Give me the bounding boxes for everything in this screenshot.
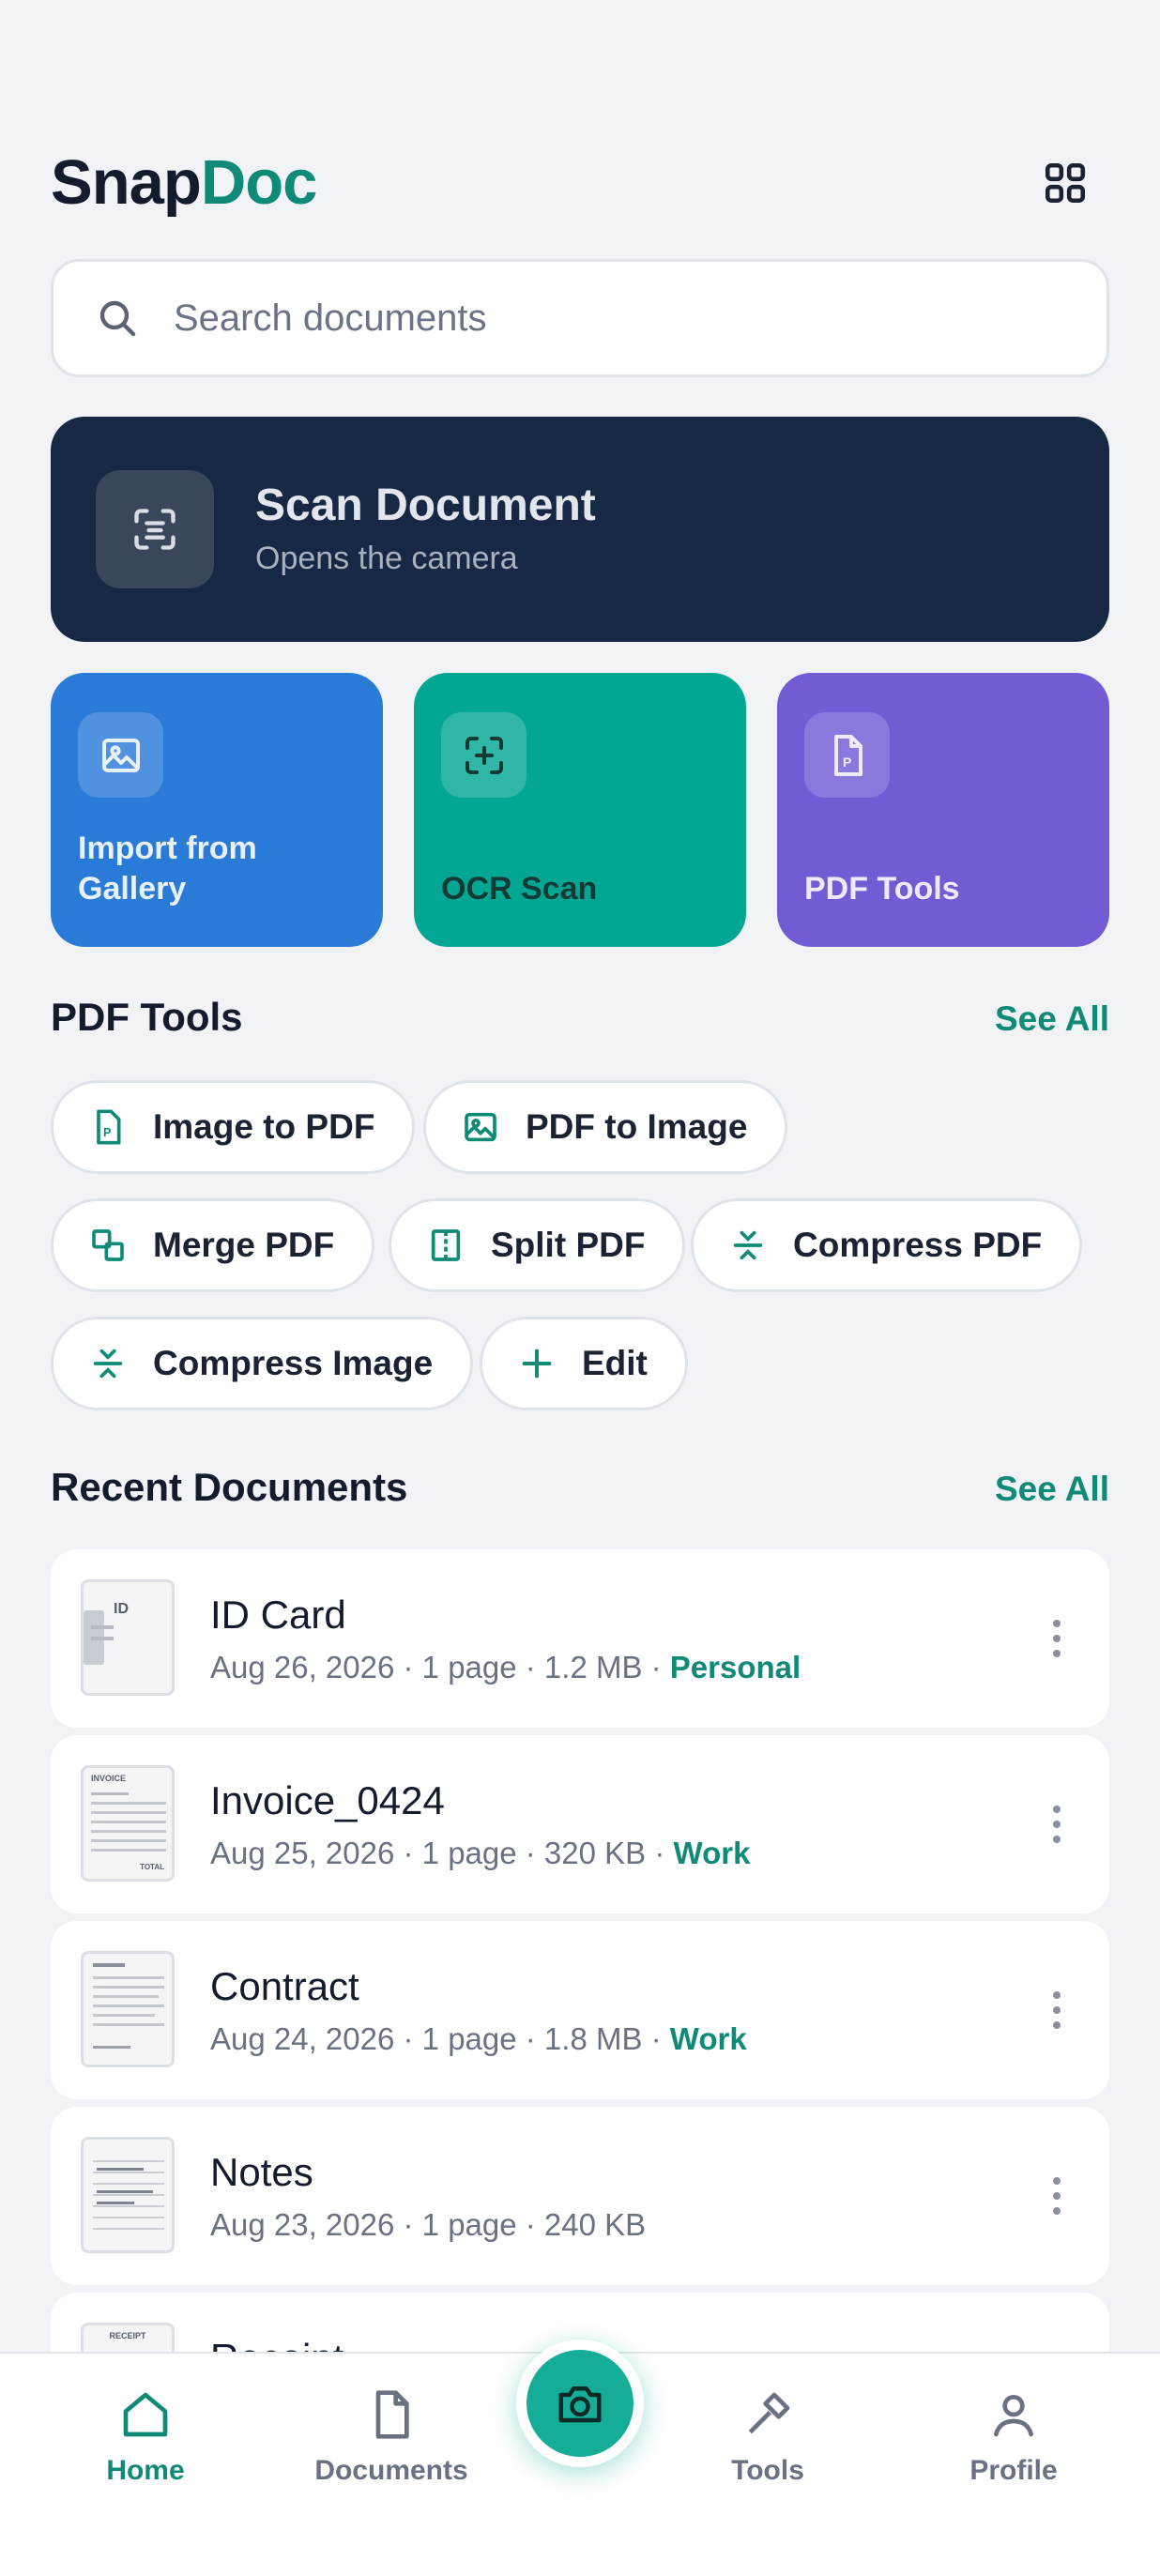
nav-documents[interactable]: Documents: [298, 2382, 485, 2487]
scan-icon-container: [96, 470, 214, 588]
chip-pdf-to-image[interactable]: PDF to Image: [423, 1080, 788, 1174]
chip-split-pdf[interactable]: Split PDF: [389, 1198, 686, 1292]
camera-icon: [558, 2386, 602, 2423]
tile-label: OCR Scan: [441, 871, 598, 907]
document-tag: Work: [673, 1836, 751, 1870]
nav-label: Tools: [731, 2455, 804, 2486]
more-vertical-icon: [1053, 1620, 1061, 1657]
document-meta: Aug 23, 2026 · 1 page · 240 KB: [210, 2207, 647, 2242]
document-name: Contract: [210, 1964, 359, 2008]
merge-icon: [92, 1229, 124, 1261]
chip-image-to-pdf[interactable]: P Image to PDF: [51, 1080, 416, 1174]
scan-card-title: Scan Document: [255, 480, 596, 530]
search-bar[interactable]: [51, 259, 1109, 377]
document-item[interactable]: Notes Aug 23, 2026 · 1 page · 240 KB: [51, 2107, 1109, 2285]
chip-merge-pdf[interactable]: Merge PDF: [51, 1198, 375, 1292]
more-vertical-icon: [1053, 1991, 1061, 2029]
document-item[interactable]: ID ID Card Aug 26, 2026 · 1 page · 1.2 M…: [51, 1549, 1109, 1728]
tile-label: PDF Tools: [804, 871, 960, 907]
brand-part2: Doc: [200, 147, 318, 218]
pdf-tools-see-all-link[interactable]: See All: [995, 993, 1109, 1045]
more-vertical-icon: [1053, 2177, 1061, 2215]
nav-home[interactable]: Home: [52, 2382, 239, 2487]
pdf-file-icon: P: [833, 734, 862, 776]
pdf-tools-tile[interactable]: P PDF Tools: [777, 673, 1109, 947]
chip-label: Image to PDF: [153, 1107, 375, 1146]
user-icon: [994, 2395, 1033, 2437]
recent-documents-heading: Recent Documents: [51, 1465, 408, 1509]
chip-label: Edit: [582, 1344, 648, 1382]
image-icon: [101, 738, 140, 772]
split-icon: [431, 1229, 461, 1261]
plus-icon: [522, 1349, 552, 1379]
document-thumbnail: ID: [81, 1579, 175, 1696]
document-item[interactable]: Contract Aug 24, 2026 · 1 page · 1.8 MB …: [51, 1921, 1109, 2099]
document-icon: [375, 2390, 409, 2439]
chip-compress-pdf[interactable]: Compress PDF: [691, 1198, 1083, 1292]
scan-card-subtitle: Opens the camera: [255, 541, 518, 576]
home-icon: [123, 2392, 168, 2437]
document-name: Notes: [210, 2150, 313, 2194]
document-meta: Aug 24, 2026 · 1 page · 1.8 MB · Work: [210, 2021, 747, 2056]
import-gallery-tile[interactable]: Import from Gallery: [51, 673, 383, 947]
scan-document-card[interactable]: Scan Document Opens the camera: [51, 417, 1109, 642]
chip-label: Compress Image: [153, 1344, 434, 1382]
document-tag: Personal: [669, 1650, 801, 1684]
document-tag: Work: [669, 2021, 747, 2056]
nav-label: Home: [106, 2455, 185, 2486]
chip-label: Split PDF: [491, 1226, 646, 1264]
more-options-button[interactable]: [1038, 2163, 1076, 2229]
tile-icon-box: [78, 712, 163, 798]
nav-profile[interactable]: Profile: [920, 2382, 1107, 2487]
pdf-file-icon: P: [97, 1109, 121, 1145]
scan-icon: [134, 509, 176, 550]
ocr-scan-tile[interactable]: OCR Scan: [414, 673, 746, 947]
image-icon: [465, 1112, 496, 1142]
grid-icon: [1045, 162, 1086, 204]
grid-view-button[interactable]: [1032, 150, 1098, 216]
more-options-button[interactable]: [1038, 1977, 1076, 2043]
camera-fab[interactable]: [516, 2340, 644, 2467]
tile-label: Import from Gallery: [78, 831, 257, 907]
hammer-icon: [748, 2392, 790, 2434]
chip-label: Merge PDF: [153, 1226, 335, 1264]
document-name: ID Card: [210, 1593, 346, 1637]
document-item[interactable]: INVOICE TOTAL Invoice_0424 Aug 25, 2026 …: [51, 1735, 1109, 1913]
chip-label: Compress PDF: [793, 1226, 1043, 1264]
search-icon: [99, 300, 136, 337]
compress-icon: [733, 1230, 763, 1260]
app-logo: SnapDoc: [51, 141, 318, 225]
nav-label: Documents: [314, 2455, 468, 2486]
document-thumbnail: [81, 2137, 175, 2253]
document-thumbnail: [81, 1951, 175, 2067]
nav-label: Profile: [969, 2455, 1058, 2486]
nav-tools[interactable]: Tools: [674, 2382, 862, 2487]
more-options-button[interactable]: [1038, 1606, 1076, 1671]
more-vertical-icon: [1053, 1806, 1061, 1843]
compress-icon: [93, 1349, 123, 1379]
pdf-tools-heading: PDF Tools: [51, 995, 243, 1039]
camera-button[interactable]: [527, 2350, 633, 2457]
tile-icon-box: [441, 712, 527, 798]
recent-see-all-link[interactable]: See All: [995, 1463, 1109, 1516]
chip-edit[interactable]: Edit: [480, 1317, 688, 1410]
chip-compress-image[interactable]: Compress Image: [51, 1317, 474, 1410]
tile-icon-box: P: [804, 712, 890, 798]
document-meta: Aug 25, 2026 · 1 page · 320 KB · Work: [210, 1836, 751, 1870]
document-name: Invoice_0424: [210, 1778, 445, 1822]
svg-text:P: P: [843, 755, 851, 770]
chip-label: PDF to Image: [526, 1107, 748, 1146]
document-thumbnail: INVOICE TOTAL: [81, 1765, 175, 1882]
document-meta: Aug 26, 2026 · 1 page · 1.2 MB · Persona…: [210, 1650, 801, 1684]
search-input[interactable]: [174, 297, 1018, 340]
brand-part1: Snap: [51, 147, 202, 218]
svg-text:P: P: [103, 1126, 111, 1139]
more-options-button[interactable]: [1038, 1791, 1076, 1857]
ocr-scan-icon: [465, 736, 503, 774]
